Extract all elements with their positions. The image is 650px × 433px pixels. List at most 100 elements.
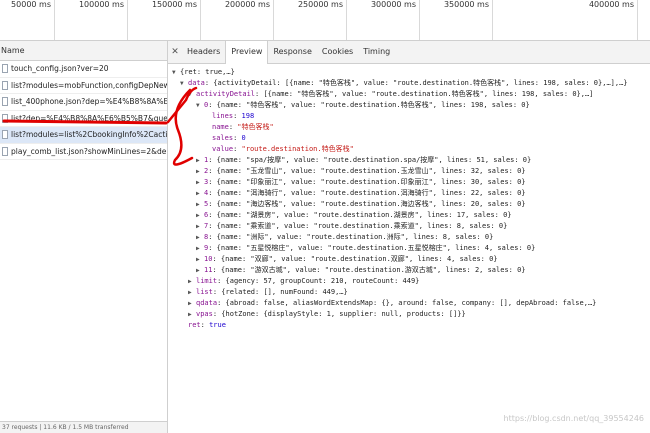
tree-item[interactable]: ▶ 10: {name: "双廊", value: "route.destinat… <box>168 254 650 265</box>
tree-key: 6 <box>204 211 209 219</box>
tree-key: limit <box>196 277 218 285</box>
tree-key: sales <box>212 134 234 142</box>
request-row[interactable]: list?modules=mobFunction,configDepNew... <box>0 78 167 94</box>
tree-item[interactable]: ▶ 4: {name: "洱海骑行", value: "route.destina… <box>168 188 650 199</box>
expand-right-icon[interactable]: ▶ <box>196 243 204 254</box>
tree-root[interactable]: ▼ {ret: true,…} <box>168 67 650 78</box>
tree-sibling[interactable]: ▶ limit: {agency: 57, groupCount: 210, ro… <box>168 276 650 287</box>
tree-item[interactable]: ▶ 5: {name: "海边客栈", value: "route.destina… <box>168 199 650 210</box>
expand-right-icon[interactable]: ▶ <box>188 298 196 309</box>
request-name: list?dep=%E4%B8%8A%E6%B5%B7&query... <box>11 113 167 123</box>
expand-right-icon[interactable]: ▶ <box>196 254 204 265</box>
request-list-panel: Name touch_config.json?ver=20 list?module… <box>0 41 168 433</box>
expand-right-icon[interactable]: ▶ <box>196 166 204 177</box>
expand-right-icon[interactable]: ▶ <box>196 155 204 166</box>
file-icon <box>2 130 8 140</box>
tab-response[interactable]: Response <box>268 41 316 63</box>
tree-item[interactable]: ▶ 1: {name: "spa/按摩", value: "route.desti… <box>168 155 650 166</box>
network-status-bar: 37 requests | 11.6 KB / 1.5 MB transferr… <box>0 421 167 433</box>
tree-key: name <box>212 123 229 131</box>
expand-down-icon[interactable]: ▼ <box>196 100 204 111</box>
expand-right-icon[interactable]: ▶ <box>188 309 196 320</box>
tree-key: 2 <box>204 167 209 175</box>
tree-data[interactable]: ▼ data: {activityDetail: [{name: "特色客栈", … <box>168 78 650 89</box>
tree-value: {name: "洲际", value: "route.destination.洲… <box>216 233 494 241</box>
timeline-tick-label: 100000 ms <box>78 0 124 9</box>
timeline-tick-label: 400000 ms <box>588 0 634 9</box>
tree-key: lines <box>212 112 234 120</box>
expand-right-icon[interactable]: ▶ <box>196 232 204 243</box>
tree-key: 9 <box>204 244 209 252</box>
tree-sibling[interactable]: ▶ qdata: {abroad: false, aliasWordExtends… <box>168 298 650 309</box>
request-row[interactable]: play_comb_list.json?showMinLines=2&dep=.… <box>0 144 167 160</box>
expand-down-icon[interactable]: ▼ <box>180 78 188 89</box>
tree-value: {name: "印象丽江", value: "route.destination… <box>216 178 526 186</box>
tree-key: 11 <box>204 266 213 274</box>
tree-item[interactable]: ▶ 7: {name: "乘索道", value: "route.destinat… <box>168 221 650 232</box>
tree-sibling[interactable]: ▶ vpas: {hotZone: {displayStyle: 1, suppl… <box>168 309 650 320</box>
tree-item-0[interactable]: ▼ 0: {name: "特色客栈", value: "route.destina… <box>168 100 650 111</box>
expand-right-icon[interactable]: ▶ <box>196 210 204 221</box>
request-name: play_comb_list.json?showMinLines=2&dep=.… <box>11 146 167 156</box>
file-icon <box>2 80 8 90</box>
tree-value: {related: [], numFound: 449,…} <box>221 288 348 296</box>
tree-item[interactable]: ▶ 3: {name: "印象丽江", value: "route.destina… <box>168 177 650 188</box>
request-row[interactable]: list?modules=list%2CbookingInfo%2Cactivi… <box>0 127 167 144</box>
tab-headers[interactable]: Headers <box>182 41 225 63</box>
tree-key: value <box>212 145 234 153</box>
timeline-tick-label: 300000 ms <box>370 0 416 9</box>
tree-item[interactable]: ▶ 2: {name: "玉龙雪山", value: "route.destina… <box>168 166 650 177</box>
tree-key: 8 <box>204 233 209 241</box>
expand-right-icon[interactable]: ▶ <box>188 276 196 287</box>
expand-right-icon[interactable]: ▶ <box>196 199 204 210</box>
timeline-tick <box>200 0 201 40</box>
request-row[interactable]: list_400phone.json?dep=%E4%B8%8A%E6%... <box>0 94 167 111</box>
tab-timing[interactable]: Timing <box>358 41 395 63</box>
tree-value: {name: "湖景房", value: "route.destination.… <box>216 211 512 219</box>
tree-item[interactable]: ▶ 11: {name: "游双古城", value: "route.destin… <box>168 265 650 276</box>
tree-key: 1 <box>204 156 209 164</box>
expand-down-icon[interactable]: ▼ <box>172 67 180 78</box>
tree-value: {name: "玉龙雪山", value: "route.destination… <box>216 167 526 175</box>
tree-value: "特色客栈" <box>237 123 274 131</box>
timeline-tick-label: 350000 ms <box>443 0 489 9</box>
tree-item[interactable]: ▶ 6: {name: "湖景房", value: "route.destinat… <box>168 210 650 221</box>
expand-right-icon[interactable]: ▶ <box>196 177 204 188</box>
tree-item[interactable]: ▶ 9: {name: "五星悦榕庄", value: "route.destin… <box>168 243 650 254</box>
tree-value: {name: "双廊", value: "route.destination.双… <box>220 255 498 263</box>
tree-key: 7 <box>204 222 209 230</box>
request-name: list_400phone.json?dep=%E4%B8%8A%E6%... <box>11 97 167 106</box>
tab-cookies[interactable]: Cookies <box>317 41 358 63</box>
tree-ret: ret: true <box>188 321 226 329</box>
tree-value: {name: "五星悦榕庄", value: "route.destinatio… <box>216 244 536 252</box>
close-icon[interactable]: ✕ <box>168 47 182 57</box>
name-column-header[interactable]: Name <box>0 41 167 61</box>
request-row[interactable]: list?dep=%E4%B8%8A%E6%B5%B7&query... <box>0 111 167 127</box>
tab-preview[interactable]: Preview <box>225 40 269 64</box>
tree-item0-field: name: "特色客栈" <box>212 123 274 131</box>
tree-activity-detail[interactable]: ▼ activityDetail: [{name: "特色客栈", value: … <box>168 89 650 100</box>
request-row[interactable]: touch_config.json?ver=20 <box>0 61 167 78</box>
expand-right-icon[interactable]: ▶ <box>196 221 204 232</box>
tree-item[interactable]: ▶ 8: {name: "洲际", value: "route.destinati… <box>168 232 650 243</box>
tree-item0-field: sales: 0 <box>212 134 246 142</box>
file-icon <box>2 113 8 123</box>
expand-right-icon[interactable]: ▶ <box>196 188 204 199</box>
tree-item0-field: lines: 198 <box>212 112 255 120</box>
request-detail-panel: ✕ Headers Preview Response Cookies Timing ▼{… <box>168 40 650 433</box>
timeline-overview[interactable]: 50000 ms 100000 ms 150000 ms 200000 ms 25000… <box>0 0 650 41</box>
timeline-tick-label: 200000 ms <box>224 0 270 9</box>
tree-value: {name: "游双古城", value: "route.destination… <box>220 266 526 274</box>
tree-value: 0 <box>241 134 246 142</box>
detail-tabs: ✕ Headers Preview Response Cookies Timing <box>168 40 650 64</box>
expand-right-icon[interactable]: ▶ <box>188 287 196 298</box>
file-icon <box>2 64 8 74</box>
timeline-tick <box>127 0 128 40</box>
timeline-tick-label: 50000 ms <box>11 0 51 9</box>
expand-right-icon[interactable]: ▶ <box>196 265 204 276</box>
expand-down-icon[interactable]: ▼ <box>188 89 196 100</box>
request-name: list?modules=mobFunction,configDepNew... <box>11 80 167 90</box>
tree-value: {agency: 57, groupCount: 210, routeCount… <box>225 277 420 285</box>
tree-sibling[interactable]: ▶ list: {related: [], numFound: 449,…} <box>168 287 650 298</box>
tree-item0-field: value: "route.destination.特色客栈" <box>212 145 354 153</box>
